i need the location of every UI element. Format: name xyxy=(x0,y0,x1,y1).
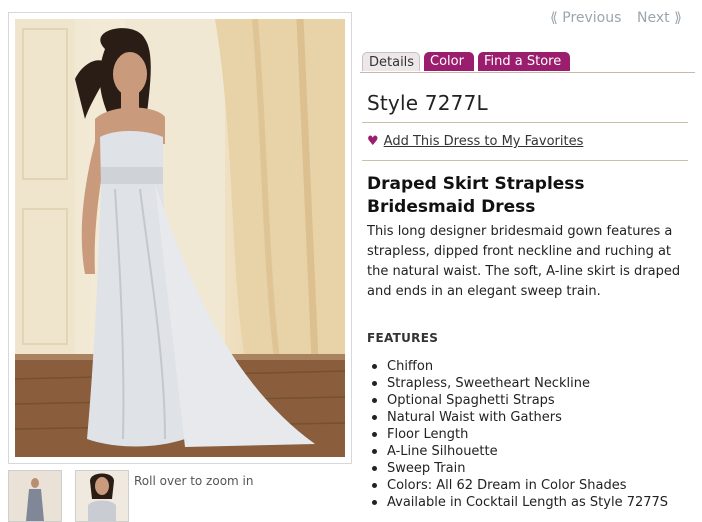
previous-link[interactable]: ⟪ Previous xyxy=(550,10,621,26)
thumbnail-closeup-image xyxy=(76,471,128,521)
feature-item: Colors: All 62 Dream in Color Shades xyxy=(367,477,697,494)
divider xyxy=(362,122,688,123)
feature-item: Chiffon xyxy=(367,358,697,375)
next-label: Next xyxy=(637,10,670,26)
feature-item: Available in Cocktail Length as Style 72… xyxy=(367,494,697,511)
feature-item: Optional Spaghetti Straps xyxy=(367,392,697,409)
feature-item: Sweep Train xyxy=(367,460,697,477)
zoom-hint: Roll over to zoom in xyxy=(134,474,254,488)
previous-label: Previous xyxy=(562,10,622,26)
thumbnail-front-view[interactable] xyxy=(8,470,62,522)
features-list: Chiffon Strapless, Sweetheart Neckline O… xyxy=(367,358,697,511)
feature-item: A-Line Silhouette xyxy=(367,443,697,460)
divider xyxy=(362,160,688,161)
double-chevron-right-icon: ⟫ xyxy=(674,10,682,26)
feature-item: Floor Length xyxy=(367,426,697,443)
tab-color[interactable]: Color xyxy=(424,52,474,71)
heart-icon: ♥ xyxy=(367,134,379,149)
pager: ⟪ Previous Next ⟫ xyxy=(502,10,702,28)
product-photo[interactable] xyxy=(15,19,345,457)
thumbnail-front-image xyxy=(9,471,61,521)
feature-item: Natural Waist with Gathers xyxy=(367,409,697,426)
style-number: Style 7277L xyxy=(367,91,488,115)
favorites-row: ♥ Add This Dress to My Favorites xyxy=(367,134,583,149)
tab-details[interactable]: Details xyxy=(362,52,420,71)
feature-item: Strapless, Sweetheart Neckline xyxy=(367,375,697,392)
double-chevron-left-icon: ⟪ xyxy=(550,10,558,26)
thumbnail-closeup-view[interactable] xyxy=(75,470,129,522)
product-title: Draped Skirt Strapless Bridesmaid Dress xyxy=(367,174,585,217)
product-photo-illustration xyxy=(15,19,345,457)
product-photo-frame xyxy=(8,12,352,464)
product-description: This long designer bridesmaid gown featu… xyxy=(367,224,681,299)
next-link[interactable]: Next ⟫ xyxy=(637,10,682,26)
add-to-favorites-link[interactable]: Add This Dress to My Favorites xyxy=(384,134,584,149)
tab-find-a-store[interactable]: Find a Store xyxy=(478,52,570,71)
features-heading: FEATURES xyxy=(367,331,439,345)
detail-tabs: Details Color Find a Store xyxy=(360,52,695,73)
